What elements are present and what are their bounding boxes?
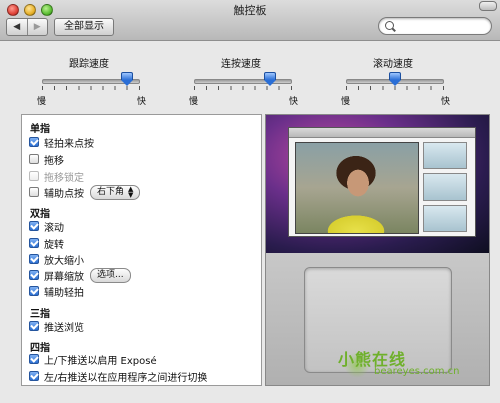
slider-slow-label: 慢 bbox=[341, 97, 351, 107]
option-secondary-click[interactable]: 辅助点按 右下角 ▲ ▼ bbox=[29, 184, 141, 200]
option-label: 辅助点按 bbox=[44, 188, 84, 200]
slider-slow-label: 慢 bbox=[37, 97, 47, 107]
option-rotate[interactable]: 旋转 bbox=[29, 236, 64, 251]
option-label: 辅助轻拍 bbox=[44, 287, 84, 299]
option-label: 拖移 bbox=[44, 155, 64, 167]
checkbox[interactable] bbox=[29, 371, 39, 381]
checkbox bbox=[29, 171, 39, 181]
secondary-click-popup[interactable]: 右下角 ▲ ▼ bbox=[90, 184, 141, 200]
thumbnail bbox=[423, 142, 467, 170]
option-screen-zoom[interactable]: 屏幕缩放 选项... bbox=[29, 267, 131, 283]
preview-thumbnails bbox=[423, 142, 467, 232]
checkbox[interactable] bbox=[29, 154, 39, 164]
option-secondary-tap[interactable]: 辅助轻拍 bbox=[29, 284, 84, 299]
watermark-url: beareyes.com.cn bbox=[374, 366, 460, 377]
option-label: 推送浏览 bbox=[44, 322, 84, 334]
slider-track[interactable] bbox=[194, 79, 292, 84]
slider-ticks bbox=[194, 86, 292, 90]
popup-value: 右下角 bbox=[97, 186, 125, 197]
preview-window-bar bbox=[289, 128, 475, 138]
checkbox[interactable] bbox=[29, 354, 39, 364]
preview-photo bbox=[295, 142, 419, 234]
option-dragging[interactable]: 拖移 bbox=[29, 152, 64, 167]
option-label: 屏幕缩放 bbox=[44, 271, 84, 283]
slider-label: 连按速度 bbox=[221, 59, 261, 70]
option-label: 滚动 bbox=[44, 222, 64, 234]
slider-fast-label: 快 bbox=[440, 97, 450, 107]
preferences-window: 触控板 ◀ ▶ 全部显示 跟踪速度 慢 快 连按速度 慢 快 滚动速度 慢 快 bbox=[0, 0, 500, 403]
search-input[interactable] bbox=[378, 17, 492, 35]
thumbnail bbox=[423, 173, 467, 201]
option-label: 拖移锁定 bbox=[44, 172, 84, 184]
slider-thumb[interactable] bbox=[264, 72, 276, 86]
option-label: 左/右推送以在应用程序之间进行切换 bbox=[44, 372, 208, 384]
checkbox[interactable] bbox=[29, 137, 39, 147]
title-bar: 触控板 ◀ ▶ 全部显示 bbox=[0, 0, 500, 41]
checkbox[interactable] bbox=[29, 187, 39, 197]
slider-label: 滚动速度 bbox=[373, 59, 413, 70]
popup-arrows-icon: ▲ ▼ bbox=[128, 185, 134, 199]
option-expose-swipe[interactable]: 上/下推送以启用 Exposé bbox=[29, 352, 157, 367]
toolbar-toggle-button[interactable] bbox=[479, 1, 497, 11]
checkbox[interactable] bbox=[29, 254, 39, 264]
option-label: 放大缩小 bbox=[44, 255, 84, 267]
nav-segment: ◀ ▶ bbox=[6, 18, 48, 36]
slider-ticks bbox=[42, 86, 140, 90]
gesture-options-panel: 单指 轻拍来点按 拖移 拖移锁定 辅助点按 右下角 ▲ ▼ 双指 滚动 旋转 放… bbox=[21, 114, 262, 386]
option-label: 轻拍来点按 bbox=[44, 138, 94, 150]
section-header-one-finger: 单指 bbox=[30, 124, 50, 135]
slider-fast-label: 快 bbox=[288, 97, 298, 107]
slider-thumb[interactable] bbox=[389, 72, 401, 86]
option-label: 上/下推送以启用 Exposé bbox=[44, 355, 157, 367]
options-button[interactable]: 选项... bbox=[90, 267, 131, 283]
search-icon bbox=[385, 21, 394, 30]
preview-screen bbox=[266, 115, 489, 253]
forward-button[interactable]: ▶ bbox=[26, 19, 48, 35]
option-app-switch-swipe[interactable]: 左/右推送以在应用程序之间进行切换 bbox=[29, 369, 208, 384]
option-pinch-zoom[interactable]: 放大缩小 bbox=[29, 252, 84, 267]
option-drag-lock: 拖移锁定 bbox=[29, 169, 84, 184]
checkbox[interactable] bbox=[29, 238, 39, 248]
back-button[interactable]: ◀ bbox=[7, 19, 27, 35]
selection-pointer bbox=[251, 219, 261, 237]
checkbox[interactable] bbox=[29, 221, 39, 231]
checkbox[interactable] bbox=[29, 321, 39, 331]
checkbox[interactable] bbox=[29, 286, 39, 296]
thumbnail bbox=[423, 204, 467, 232]
slider-ticks bbox=[346, 86, 444, 90]
slider-fast-label: 快 bbox=[136, 97, 146, 107]
checkbox[interactable] bbox=[29, 270, 39, 280]
option-scrolling[interactable]: 滚动 bbox=[29, 219, 64, 234]
slider-label: 跟踪速度 bbox=[69, 59, 109, 70]
show-all-button[interactable]: 全部显示 bbox=[54, 18, 114, 36]
option-tap-to-click[interactable]: 轻拍来点按 bbox=[29, 135, 94, 150]
window-title: 触控板 bbox=[233, 4, 267, 17]
slider-slow-label: 慢 bbox=[189, 97, 199, 107]
option-swipe-navigate[interactable]: 推送浏览 bbox=[29, 319, 84, 334]
preview-app-window bbox=[288, 127, 476, 237]
slider-thumb[interactable] bbox=[121, 72, 133, 86]
option-label: 旋转 bbox=[44, 239, 64, 251]
